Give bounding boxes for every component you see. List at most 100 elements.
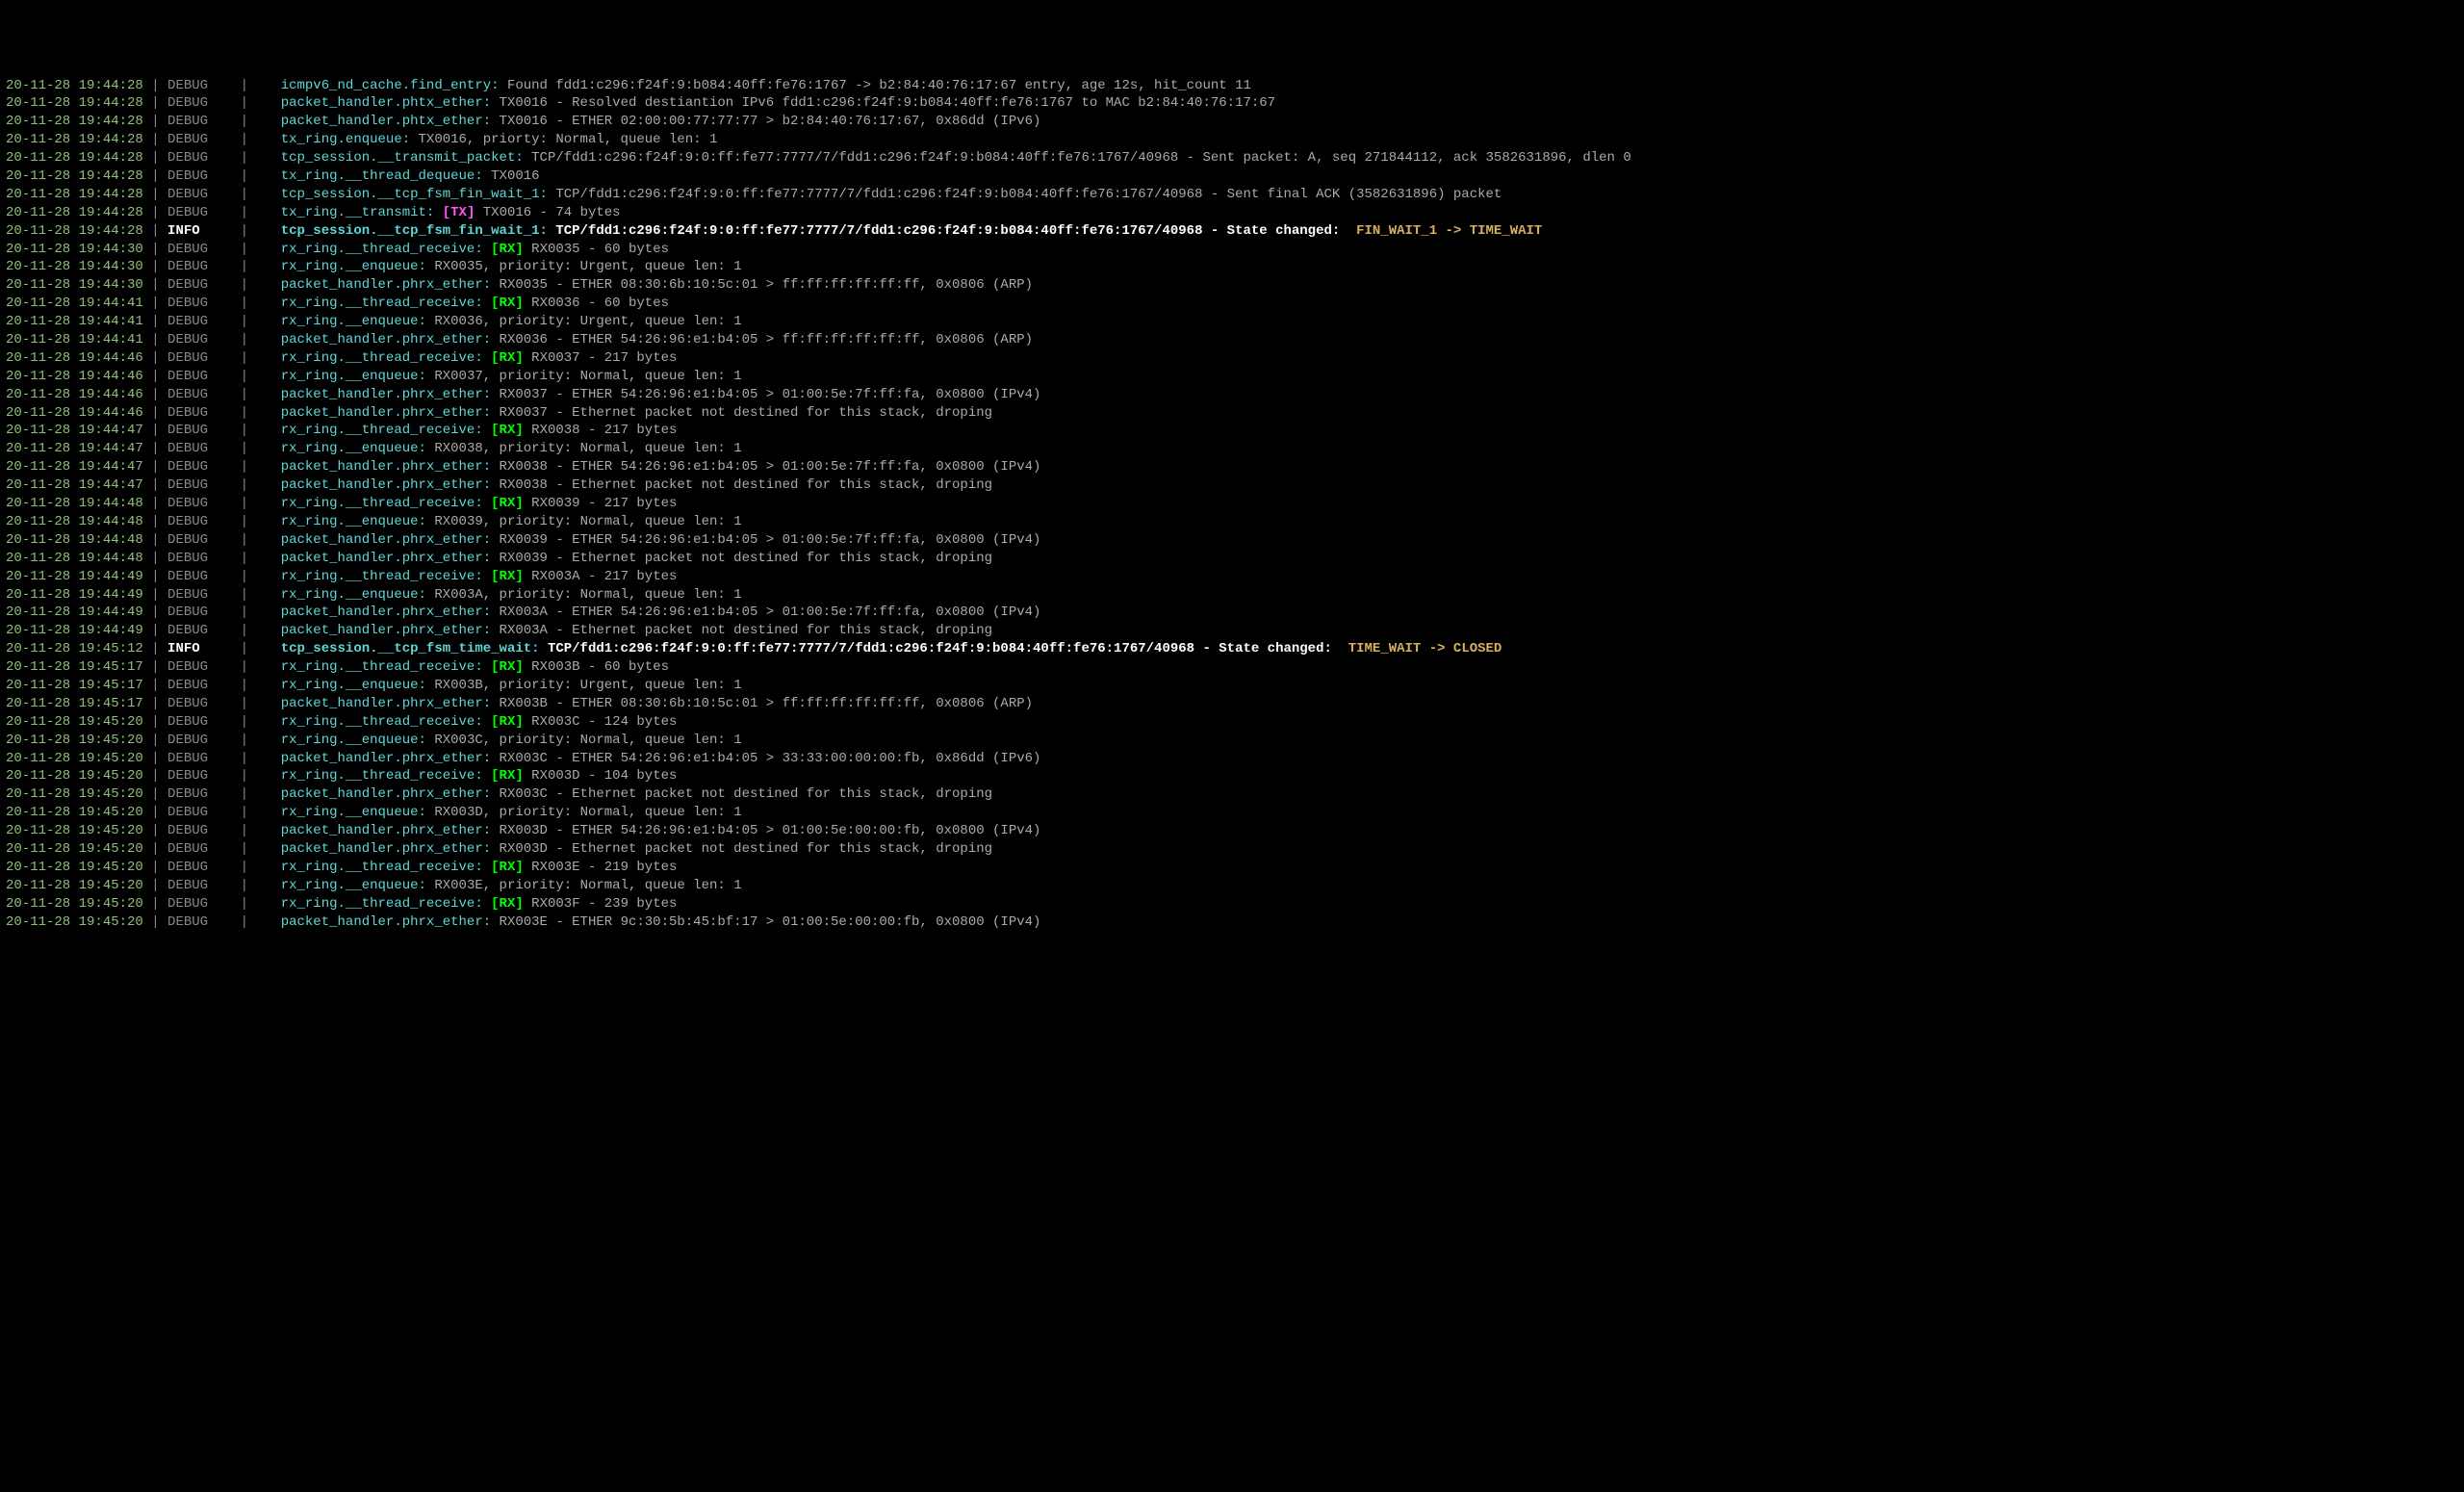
log-separator: |	[232, 641, 256, 656]
log-source: rx_ring.__thread_receive:	[281, 296, 483, 311]
log-separator: |	[232, 569, 256, 584]
log-timestamp: 20-11-28 19:44:48	[6, 551, 143, 566]
log-separator: |	[143, 914, 167, 930]
log-message: TX0016	[483, 168, 540, 184]
log-timestamp: 20-11-28 19:45:17	[6, 696, 143, 711]
log-separator: |	[232, 678, 256, 693]
log-source: rx_ring.__enqueue:	[281, 314, 426, 329]
log-indent	[256, 605, 280, 620]
log-line: 20-11-28 19:44:30 | DEBUG | packet_handl…	[6, 276, 2458, 295]
log-message: RX003A - 217 bytes	[524, 569, 678, 584]
log-message: RX0036 - 60 bytes	[524, 296, 669, 311]
log-timestamp: 20-11-28 19:44:47	[6, 477, 143, 493]
log-source: rx_ring.__enqueue:	[281, 587, 426, 603]
log-level: INFO	[167, 641, 232, 656]
log-message: RX0036 - ETHER 54:26:96:e1:b4:05 > ff:ff…	[491, 332, 1033, 347]
log-indent	[256, 751, 280, 766]
log-separator: |	[232, 733, 256, 748]
log-level: DEBUG	[167, 296, 232, 311]
log-message: RX003C - 124 bytes	[524, 714, 678, 730]
log-level: DEBUG	[167, 860, 232, 875]
log-timestamp: 20-11-28 19:44:28	[6, 187, 143, 202]
log-source: packet_handler.phrx_ether:	[281, 332, 491, 347]
log-separator: |	[143, 678, 167, 693]
log-level: DEBUG	[167, 569, 232, 584]
log-separator: |	[143, 187, 167, 202]
log-separator: |	[143, 314, 167, 329]
log-indent	[256, 733, 280, 748]
log-line: 20-11-28 19:44:30 | DEBUG | rx_ring.__en…	[6, 258, 2458, 276]
log-source: rx_ring.__enqueue:	[281, 441, 426, 456]
log-level: DEBUG	[167, 314, 232, 329]
log-level: DEBUG	[167, 114, 232, 129]
log-level: DEBUG	[167, 423, 232, 438]
rx-tag-icon: [RX]	[491, 496, 524, 511]
log-separator: |	[232, 114, 256, 129]
log-separator: |	[232, 168, 256, 184]
log-separator: |	[143, 150, 167, 166]
log-separator: |	[143, 569, 167, 584]
log-separator: |	[143, 296, 167, 311]
log-indent	[256, 696, 280, 711]
log-message: RX003D - Ethernet packet not destined fo…	[491, 841, 992, 857]
log-separator: |	[143, 95, 167, 111]
log-level: DEBUG	[167, 259, 232, 274]
log-separator: |	[232, 387, 256, 402]
log-timestamp: 20-11-28 19:45:20	[6, 878, 143, 893]
log-message: RX0036, priority: Urgent, queue len: 1	[426, 314, 742, 329]
log-source: rx_ring.__thread_receive:	[281, 896, 483, 912]
terminal-log-output[interactable]: 20-11-28 19:44:28 | DEBUG | icmpv6_nd_ca…	[6, 77, 2458, 932]
log-message: RX003A, priority: Normal, queue len: 1	[426, 587, 742, 603]
log-timestamp: 20-11-28 19:44:30	[6, 277, 143, 293]
log-line: 20-11-28 19:44:28 | DEBUG | tx_ring.enqu…	[6, 131, 2458, 149]
log-line: 20-11-28 19:45:20 | DEBUG | packet_handl…	[6, 913, 2458, 932]
log-indent	[256, 551, 280, 566]
log-message: RX0038 - 217 bytes	[524, 423, 678, 438]
log-line: 20-11-28 19:44:41 | DEBUG | rx_ring.__th…	[6, 295, 2458, 313]
log-separator: |	[143, 896, 167, 912]
log-separator: |	[232, 369, 256, 384]
log-timestamp: 20-11-28 19:44:28	[6, 132, 143, 147]
log-indent	[256, 896, 280, 912]
log-separator: |	[232, 659, 256, 675]
log-message: RX0038 - ETHER 54:26:96:e1:b4:05 > 01:00…	[491, 459, 1040, 475]
log-line: 20-11-28 19:44:46 | DEBUG | packet_handl…	[6, 404, 2458, 423]
log-source: packet_handler.phrx_ether:	[281, 786, 491, 802]
log-timestamp: 20-11-28 19:44:46	[6, 350, 143, 366]
log-timestamp: 20-11-28 19:44:49	[6, 605, 143, 620]
log-timestamp: 20-11-28 19:45:20	[6, 823, 143, 838]
log-indent	[256, 860, 280, 875]
log-indent	[256, 532, 280, 548]
log-line: 20-11-28 19:45:20 | DEBUG | packet_handl…	[6, 750, 2458, 768]
log-indent	[256, 423, 280, 438]
log-line: 20-11-28 19:45:20 | DEBUG | packet_handl…	[6, 840, 2458, 859]
rx-tag-icon: [RX]	[491, 768, 524, 784]
log-indent	[256, 405, 280, 421]
log-separator: |	[232, 587, 256, 603]
log-timestamp: 20-11-28 19:45:20	[6, 714, 143, 730]
log-level: DEBUG	[167, 78, 232, 93]
log-separator: |	[232, 714, 256, 730]
log-indent	[256, 78, 280, 93]
log-level: DEBUG	[167, 587, 232, 603]
log-source: packet_handler.phrx_ether:	[281, 841, 491, 857]
log-separator: |	[143, 623, 167, 638]
log-message: RX003D - 104 bytes	[524, 768, 678, 784]
log-timestamp: 20-11-28 19:44:49	[6, 623, 143, 638]
log-message: RX0035 - 60 bytes	[524, 242, 669, 257]
log-separator: |	[143, 78, 167, 93]
log-timestamp: 20-11-28 19:44:46	[6, 369, 143, 384]
log-separator: |	[232, 296, 256, 311]
log-message: RX003E - 219 bytes	[524, 860, 678, 875]
log-level: INFO	[167, 223, 232, 239]
log-line: 20-11-28 19:44:48 | DEBUG | packet_handl…	[6, 531, 2458, 550]
log-separator: |	[232, 95, 256, 111]
log-level: DEBUG	[167, 733, 232, 748]
log-indent	[256, 387, 280, 402]
log-indent	[256, 641, 280, 656]
log-message: RX0039, priority: Normal, queue len: 1	[426, 514, 742, 529]
log-source: tcp_session.__tcp_fsm_time_wait:	[281, 641, 540, 656]
log-separator: |	[232, 768, 256, 784]
log-separator: |	[143, 259, 167, 274]
log-indent	[256, 768, 280, 784]
